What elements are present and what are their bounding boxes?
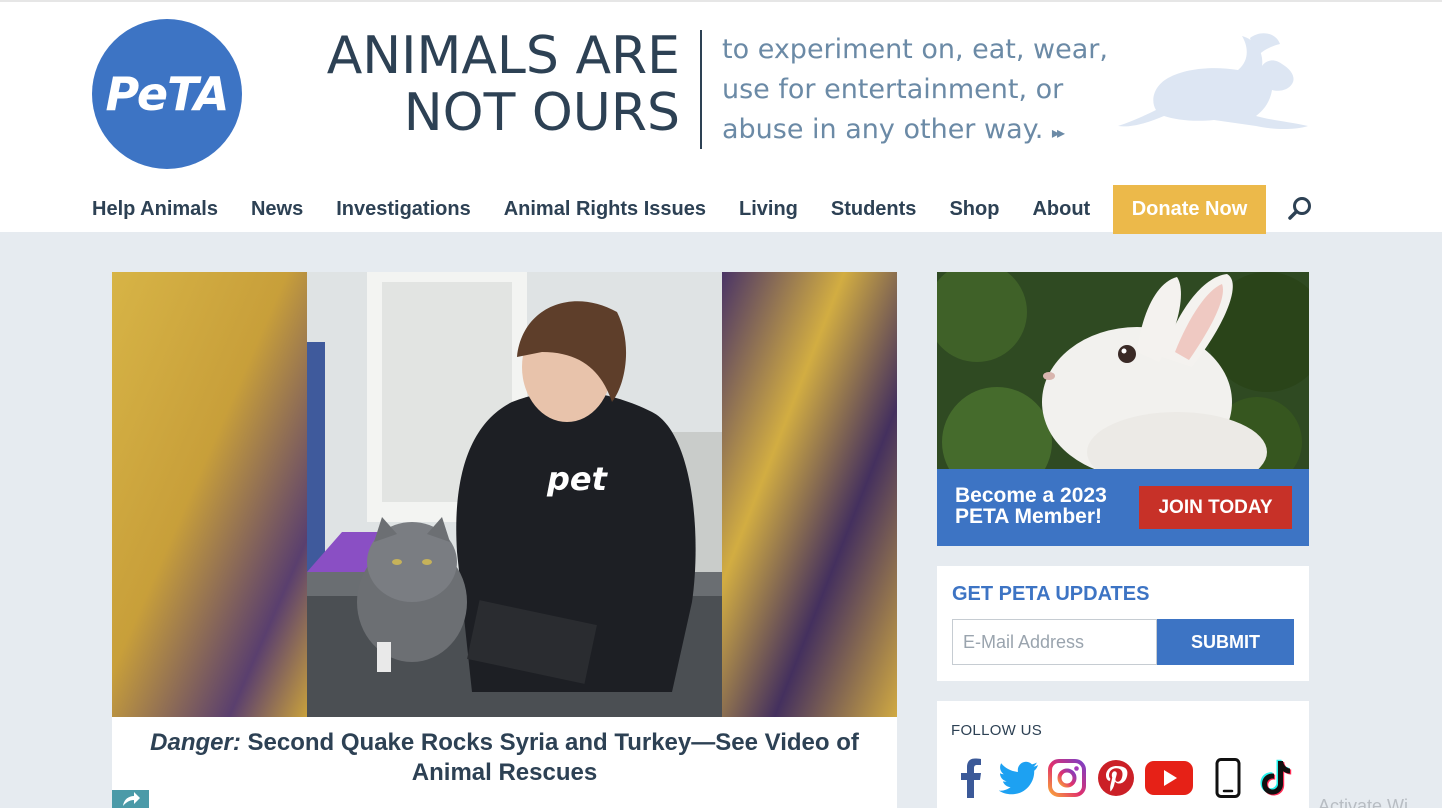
featured-story-image[interactable]: pet bbox=[112, 272, 897, 717]
tagline-line-2: NOT OURS bbox=[403, 83, 680, 143]
share-button[interactable] bbox=[112, 790, 149, 808]
leaping-rabbit-icon bbox=[1118, 33, 1308, 129]
windows-activation-watermark: Activate Wi bbox=[1318, 796, 1409, 808]
submit-button[interactable]: SUBMIT bbox=[1157, 619, 1294, 665]
main-nav: Help Animals News Investigations Animal … bbox=[92, 185, 1123, 233]
follow-us-panel: FOLLOW US bbox=[937, 701, 1309, 808]
tagline-sub-line-3: abuse in any other way. ▸▸ bbox=[722, 114, 1065, 145]
headline-emphasis: Danger: bbox=[150, 729, 241, 756]
promo-line-1: Become a 2023 bbox=[955, 484, 1107, 507]
youtube-icon[interactable] bbox=[1144, 758, 1194, 798]
signup-title: GET PETA UPDATES bbox=[952, 583, 1150, 605]
share-arrow-icon bbox=[122, 792, 140, 806]
nav-item-animal-rights-issues[interactable]: Animal Rights Issues bbox=[504, 198, 706, 221]
twitter-icon[interactable] bbox=[999, 758, 1039, 798]
email-field[interactable] bbox=[952, 619, 1157, 665]
site-header: PeTA ANIMALS ARE NOT OURS to experiment … bbox=[0, 0, 1442, 234]
mobile-icon[interactable] bbox=[1208, 758, 1248, 798]
nav-item-living[interactable]: Living bbox=[739, 198, 798, 221]
nav-item-shop[interactable]: Shop bbox=[949, 198, 999, 221]
nav-item-investigations[interactable]: Investigations bbox=[336, 198, 470, 221]
tagline-subtext[interactable]: to experiment on, eat, wear, use for ent… bbox=[722, 30, 1122, 153]
nav-item-news[interactable]: News bbox=[251, 198, 303, 221]
promo-text: Become a 2023 PETA Member! bbox=[955, 485, 1135, 527]
double-arrow-icon: ▸▸ bbox=[1051, 123, 1065, 142]
tagline-divider bbox=[700, 30, 702, 149]
promo-bar: Become a 2023 PETA Member! JOIN TODAY bbox=[937, 469, 1309, 546]
nav-item-students[interactable]: Students bbox=[831, 198, 917, 221]
tagline-headline[interactable]: ANIMALS ARE NOT OURS bbox=[270, 28, 680, 142]
nav-item-help-animals[interactable]: Help Animals bbox=[92, 198, 218, 221]
tiktok-icon[interactable] bbox=[1255, 758, 1295, 798]
join-today-button[interactable]: JOIN TODAY bbox=[1139, 486, 1292, 529]
white-rabbit-photo bbox=[937, 272, 1309, 469]
peta-logo[interactable]: PeTA bbox=[92, 19, 242, 169]
instagram-icon[interactable] bbox=[1047, 758, 1087, 798]
tagline-sub-line-1: to experiment on, eat, wear, bbox=[722, 34, 1108, 65]
email-signup: GET PETA UPDATES SUBMIT bbox=[937, 566, 1309, 681]
facebook-icon[interactable] bbox=[951, 758, 991, 798]
search-icon[interactable] bbox=[1287, 196, 1313, 222]
promo-line-2: PETA Member! bbox=[955, 505, 1103, 528]
donate-now-button[interactable]: Donate Now bbox=[1113, 185, 1266, 234]
nav-item-about[interactable]: About bbox=[1032, 198, 1090, 221]
shirt-print-text: pet bbox=[546, 460, 609, 498]
featured-story[interactable]: pet Danger: Second Quake Rocks Syria and… bbox=[112, 272, 897, 808]
tagline-line-1: ANIMALS ARE bbox=[326, 26, 680, 86]
tagline-sub-line-2: use for entertainment, or bbox=[722, 74, 1064, 105]
membership-promo[interactable]: Become a 2023 PETA Member! JOIN TODAY bbox=[937, 272, 1309, 546]
logo-text: PeTA bbox=[105, 67, 229, 121]
pinterest-icon[interactable] bbox=[1096, 758, 1136, 798]
follow-us-title: FOLLOW US bbox=[951, 722, 1043, 739]
headline-text: Second Quake Rocks Syria and Turkey—See … bbox=[240, 729, 859, 786]
featured-story-headline[interactable]: Danger: Second Quake Rocks Syria and Tur… bbox=[132, 728, 877, 788]
